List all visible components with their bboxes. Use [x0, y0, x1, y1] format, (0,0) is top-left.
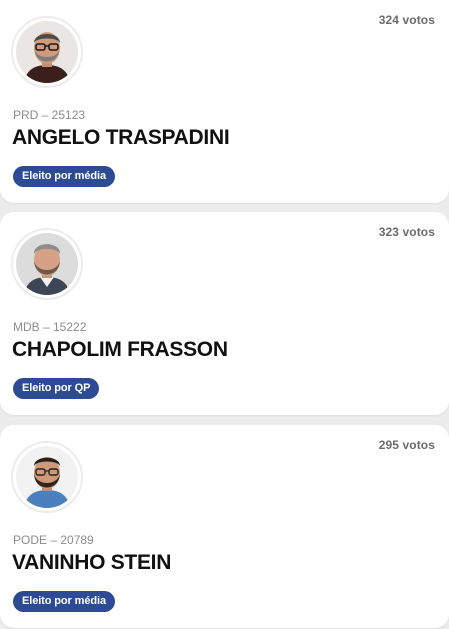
candidate-name: CHAPOLIM FRASSON — [12, 338, 228, 361]
person-photo-icon — [16, 233, 78, 295]
status-badge: Eleito por QP — [13, 378, 100, 399]
votes-count: 324 votos — [378, 13, 435, 27]
party-number: PODE – 20789 — [13, 533, 94, 547]
party-number: MDB – 15222 — [13, 320, 87, 334]
party-number: PRD – 25123 — [13, 108, 86, 122]
status-badge: Eleito por média — [13, 166, 115, 187]
person-photo-icon — [16, 21, 78, 83]
candidate-name: VANINHO STEIN — [12, 551, 172, 574]
candidate-card[interactable]: 324 votos PRD – 25123 ANGELO TRASPADINI … — [0, 0, 449, 203]
votes-count: 295 votos — [378, 438, 435, 452]
avatar — [11, 16, 83, 88]
avatar — [11, 228, 83, 300]
status-badge: Eleito por média — [13, 591, 115, 612]
avatar — [11, 441, 83, 513]
votes-count: 323 votos — [378, 225, 435, 239]
candidate-name: ANGELO TRASPADINI — [12, 126, 230, 149]
candidate-card[interactable]: 323 votos MDB – 15222 CHAPOLIM FRASSON E… — [0, 212, 449, 415]
person-photo-icon — [16, 446, 78, 508]
candidate-card[interactable]: 295 votos PODE – 20789 VANINHO STEIN Ele… — [0, 425, 449, 628]
